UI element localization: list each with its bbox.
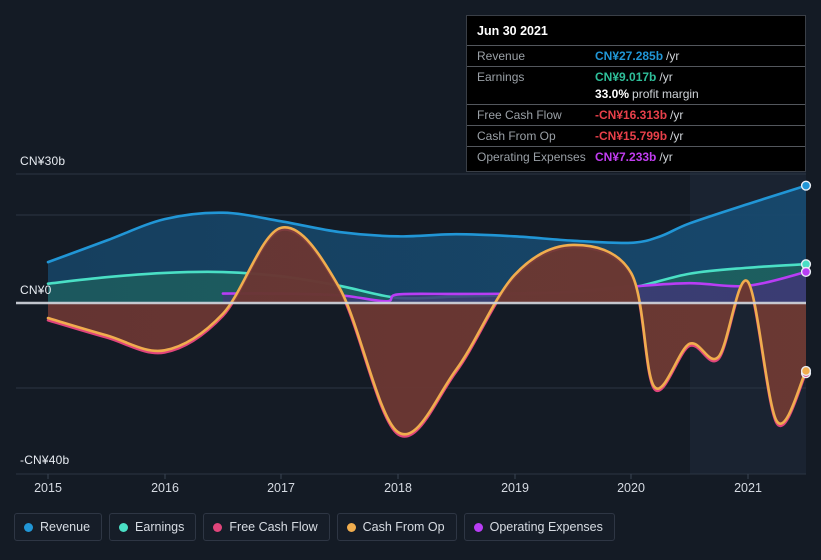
x-axis-label: 2021 [734, 481, 762, 495]
chart-tooltip: Jun 30 2021 Revenue CN¥27.285b/yr Earnings… [466, 15, 806, 172]
tooltip-row-unit: /yr [659, 150, 673, 164]
tooltip-row-label: Free Cash Flow [477, 108, 562, 122]
tooltip-row-unit: /yr [670, 129, 684, 143]
tooltip-title: Jun 30 2021 [477, 24, 548, 38]
tooltip-row-label: Earnings [477, 70, 525, 84]
endpoint-marker-cash-from-op [800, 365, 812, 377]
legend-item-free-cash-flow[interactable]: Free Cash Flow [203, 513, 330, 541]
tooltip-row-unit: /yr [670, 108, 684, 122]
endpoint-marker-revenue [800, 180, 812, 191]
x-axis-label: 2017 [267, 481, 295, 495]
legend-item-label: Operating Expenses [489, 520, 603, 534]
legend-item-revenue[interactable]: Revenue [14, 513, 103, 541]
tooltip-row-value: CN¥7.233b [595, 150, 657, 164]
tooltip-row: Earnings CN¥9.017b/yr [467, 66, 805, 87]
x-axis-label: 2016 [151, 481, 179, 495]
legend-item-cash-from-op[interactable]: Cash From Op [336, 513, 457, 541]
x-axis-label: 2015 [34, 481, 62, 495]
x-axis-label: 2019 [501, 481, 529, 495]
tooltip-row-unit: /yr [666, 49, 680, 63]
tooltip-row: Revenue CN¥27.285b/yr [467, 45, 805, 66]
legend-color-dot-icon [473, 522, 483, 532]
y-axis-label: CN¥30b [20, 154, 66, 168]
tooltip-row-value: -CN¥15.799b [595, 129, 668, 143]
legend-color-dot-icon [24, 522, 33, 532]
y-axis-label: CN¥0 [20, 283, 52, 297]
tooltip-row: Cash From Op -CN¥15.799b/yr [467, 125, 805, 146]
tooltip-row-unit: /yr [659, 70, 673, 84]
legend-item-label: Earnings [135, 520, 185, 534]
y-axis-label: -CN¥40b [20, 453, 70, 467]
tooltip-row: 33.0% profit margin [467, 87, 805, 104]
tooltip-row: Free Cash Flow -CN¥16.313b/yr [467, 104, 805, 125]
tooltip-row-label: Cash From Op [477, 129, 556, 143]
tooltip-row-suffix: profit margin [632, 87, 699, 101]
legend-item-label: Free Cash Flow [229, 520, 318, 534]
tooltip-row-value: -CN¥16.313b [595, 108, 668, 122]
legend-color-dot-icon [119, 522, 129, 532]
tooltip-row-value: CN¥27.285b [595, 49, 664, 63]
tooltip-row-value: 33.0% [595, 87, 630, 101]
legend-item-label: Cash From Op [362, 520, 445, 534]
tooltip-rows: Revenue CN¥27.285b/yr Earnings CN¥9.017b/yr… [467, 45, 805, 167]
tooltip-row-value: CN¥9.017b [595, 70, 657, 84]
tooltip-row: Operating Expenses CN¥7.233b/yr [467, 146, 805, 167]
chart-legend[interactable]: Revenue Earnings Free Cash Flow Cash From O… [14, 513, 615, 541]
tooltip-row-label: Operating Expenses [477, 150, 586, 164]
legend-item-label: Revenue [40, 520, 91, 534]
x-axis-label: 2020 [617, 481, 645, 495]
tooltip-row-label: Revenue [477, 49, 526, 63]
legend-color-dot-icon [346, 522, 356, 532]
endpoint-marker-operating-expenses [800, 266, 812, 277]
legend-item-earnings[interactable]: Earnings [109, 513, 197, 541]
legend-item-operating-expenses[interactable]: Operating Expenses [463, 513, 615, 541]
legend-color-dot-icon [213, 522, 223, 532]
chart-screenshot: CN¥30b CN¥0 -CN¥40b 2015 2016 2017 2018 2019 20… [0, 0, 821, 560]
x-axis-label: 2018 [384, 481, 412, 495]
